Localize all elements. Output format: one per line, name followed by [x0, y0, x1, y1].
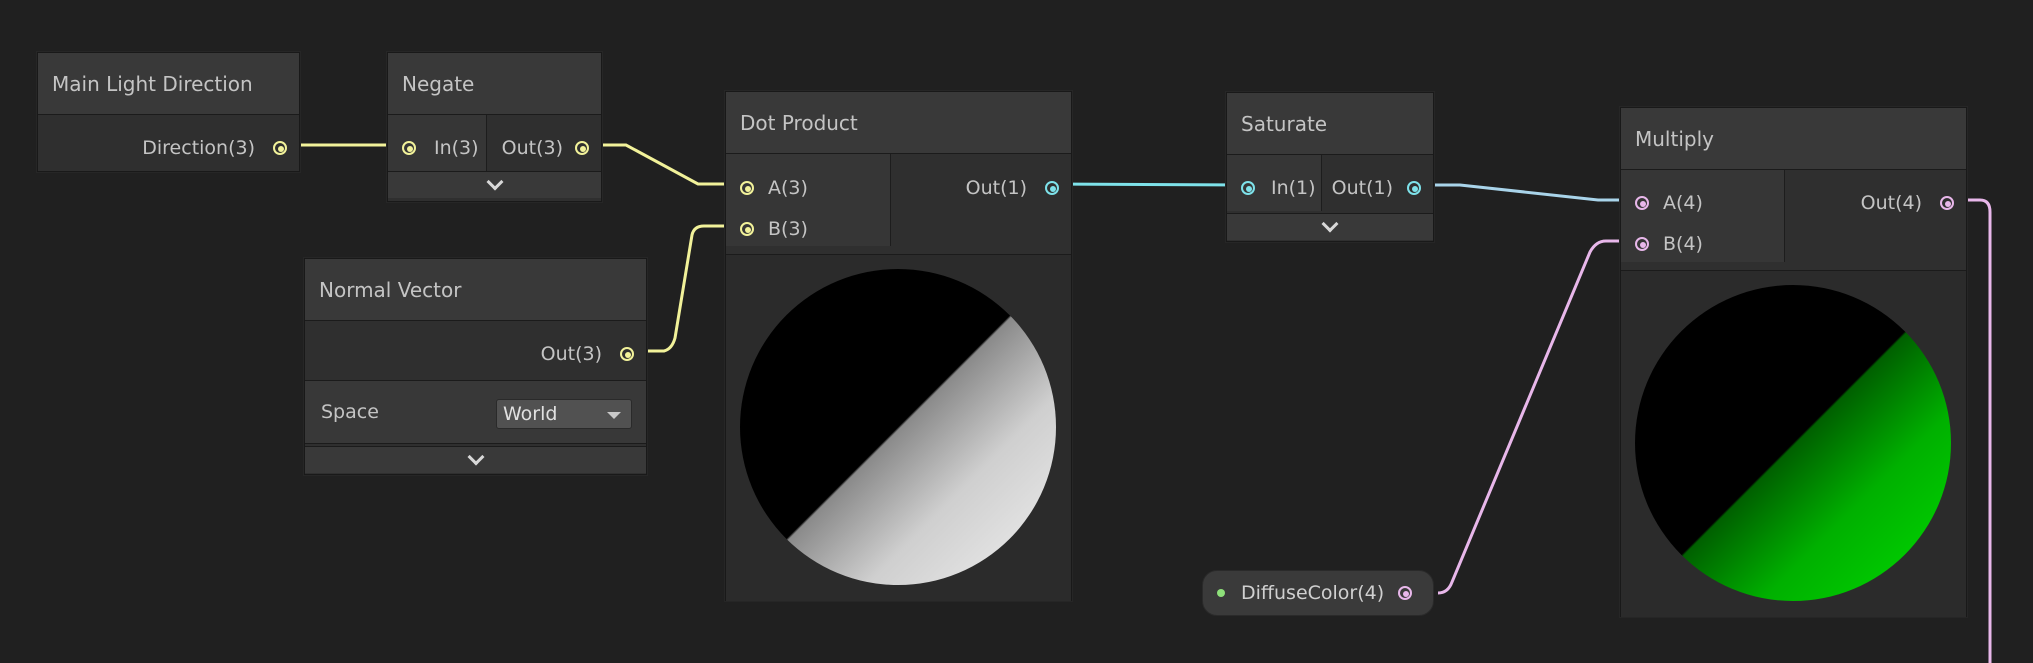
negate-node[interactable]: Negate In(3) Out(3)	[387, 52, 602, 202]
port-label: Out(1)	[1331, 177, 1393, 199]
collapse-toggle[interactable]	[305, 446, 646, 473]
port-circle-icon[interactable]	[1940, 196, 1954, 210]
wire-negate-to-dot-a[interactable]	[580, 143, 746, 186]
port-circle-icon[interactable]	[1635, 196, 1649, 210]
preview-area	[726, 254, 1071, 601]
port-label: In(1)	[1271, 177, 1316, 199]
chevron-down-icon	[486, 173, 503, 191]
input-port-row: In(1)	[1241, 177, 1316, 199]
port-label: Direction(3)	[142, 137, 255, 159]
port-label: A(4)	[1663, 192, 1703, 214]
output-port-row: Out(3)	[502, 137, 589, 159]
port-circle-icon[interactable]	[1045, 181, 1059, 195]
wire-dot-to-saturate[interactable]	[1049, 182, 1247, 187]
main-light-direction-node[interactable]: Main Light Direction Direction(3)	[37, 52, 300, 172]
space-dropdown[interactable]: World	[496, 399, 632, 429]
diffuse-color-property-node[interactable]: DiffuseColor(4)	[1202, 570, 1434, 616]
node-title: Multiply	[1621, 108, 1966, 170]
node-title: Normal Vector	[305, 259, 646, 321]
port-label: In(3)	[434, 137, 479, 159]
node-title: Dot Product	[726, 92, 1071, 154]
port-label: A(3)	[768, 177, 808, 199]
port-label: Out(3)	[501, 137, 563, 159]
port-circle-icon[interactable]	[273, 141, 287, 155]
port-circle-icon[interactable]	[1407, 181, 1421, 195]
chevron-down-icon	[467, 448, 484, 466]
property-label: DiffuseColor(4)	[1241, 582, 1385, 604]
preview-area	[1621, 270, 1966, 617]
space-dropdown-value: World	[503, 403, 558, 425]
input-port-row-b: B(3)	[740, 218, 808, 240]
normal-vector-node[interactable]: Normal Vector Out(3) Space World	[304, 258, 647, 475]
dropdown-arrow-icon	[607, 412, 621, 419]
input-port-row: In(3)	[402, 137, 479, 159]
port-circle-icon[interactable]	[1398, 586, 1413, 600]
port-circle-icon[interactable]	[1241, 181, 1255, 195]
input-port-row-a: A(3)	[740, 177, 808, 199]
port-circle-icon[interactable]	[402, 141, 416, 155]
output-port-row: Out(1)	[966, 177, 1059, 199]
port-label: Out(4)	[1860, 192, 1922, 214]
output-port-row: Out(4)	[1861, 192, 1954, 214]
node-title: Negate	[388, 53, 601, 115]
port-circle-icon[interactable]	[620, 347, 634, 361]
input-port-row-b: B(4)	[1635, 233, 1703, 255]
chevron-down-icon	[1321, 215, 1339, 233]
port-circle-icon[interactable]	[740, 181, 754, 195]
dot-product-node[interactable]: Dot Product A(3) B(3) Out(1)	[725, 91, 1072, 601]
port-circle-icon[interactable]	[1635, 237, 1649, 251]
preview-sphere	[740, 269, 1056, 585]
wire-diffuse-to-multiply-b[interactable]	[1437, 239, 1640, 595]
collapse-toggle[interactable]	[388, 171, 601, 198]
multiply-node[interactable]: Multiply A(4) B(4) Out(4)	[1620, 107, 1967, 617]
port-label: B(3)	[768, 218, 808, 240]
input-port-row-a: A(4)	[1635, 192, 1703, 214]
output-port-row: Out(1)	[1332, 177, 1421, 199]
output-port-row: Direction(3)	[142, 137, 287, 159]
port-circle-icon[interactable]	[575, 141, 589, 155]
output-port-row: Out(3)	[541, 343, 634, 365]
port-circle-icon[interactable]	[740, 222, 754, 236]
saturate-node[interactable]: Saturate In(1) Out(1)	[1226, 92, 1434, 242]
port-label: Out(1)	[965, 177, 1027, 199]
node-title: Saturate	[1227, 93, 1433, 155]
collapse-toggle[interactable]	[1227, 213, 1433, 240]
port-label: Out(3)	[540, 343, 602, 365]
wire-saturate-to-multiply-a[interactable]	[1413, 183, 1640, 202]
property-dot-icon	[1217, 589, 1225, 597]
space-label: Space	[321, 401, 379, 423]
node-title: Main Light Direction	[38, 53, 299, 115]
port-label: B(4)	[1663, 233, 1703, 255]
preview-sphere	[1635, 285, 1951, 601]
